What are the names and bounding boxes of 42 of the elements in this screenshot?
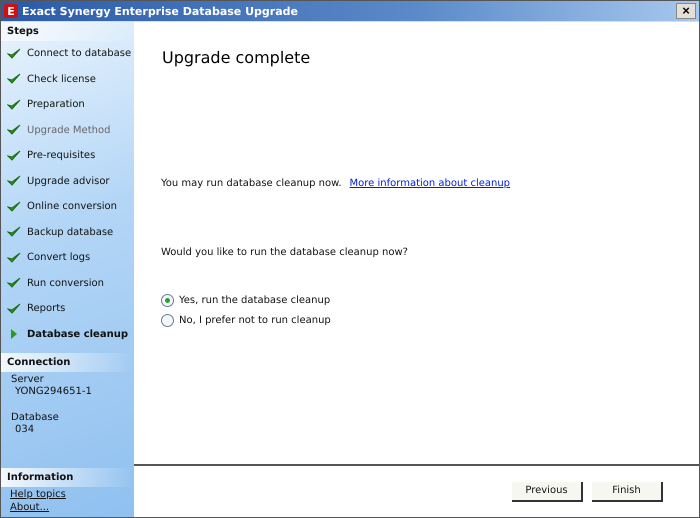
step-label: Connect to database [27, 48, 132, 60]
radio-option[interactable]: Yes, run the database cleanup [161, 294, 330, 307]
checkmark-icon [7, 226, 21, 238]
step-label: Preparation [27, 99, 85, 110]
footer-button[interactable]: Previous [512, 482, 583, 502]
checkmark-icon [7, 200, 21, 213]
step-label: Pre-requisites [27, 150, 96, 162]
footer-button[interactable]: Finish [592, 482, 663, 502]
window-title: Exact Synergy Enterprise Database Upgrade [22, 4, 299, 18]
checkmark-icon [7, 150, 21, 162]
close-button[interactable]: × [676, 3, 696, 19]
checkmark-icon [7, 252, 21, 264]
page-heading: Upgrade complete [162, 48, 312, 67]
question-text: Would you like to run the database cleanup now? [161, 247, 409, 258]
sidebar-link[interactable]: Help topics [10, 489, 66, 500]
step-label: Run conversion [27, 278, 104, 289]
database-value: 034 [14, 424, 36, 436]
app-logo: E [4, 4, 18, 18]
step-label: Upgrade Method [27, 124, 110, 136]
step-label: Check license [27, 74, 96, 85]
step-label: Reports [27, 303, 66, 314]
sidebar-link[interactable]: About... [10, 502, 50, 513]
step-label: Online conversion [27, 201, 118, 212]
info-link[interactable]: More information about cleanup [350, 178, 510, 189]
radio-option[interactable]: No, I prefer not to run cleanup [161, 314, 331, 327]
info-text: You may run database cleanup now. [161, 178, 342, 189]
checkmark-icon [7, 277, 21, 290]
radio-button[interactable] [161, 294, 174, 307]
database-label: Database [11, 412, 60, 424]
step-label: Database cleanup [27, 328, 128, 340]
checkmark-icon [7, 302, 21, 315]
step-label: Upgrade advisor [27, 176, 110, 187]
checkmark-icon [7, 73, 21, 86]
server-label: Server [11, 374, 45, 386]
checkmark-icon [7, 124, 21, 136]
step-label: Convert logs [27, 252, 90, 264]
step-label: Backup database [27, 226, 114, 238]
checkmark-icon [7, 175, 21, 188]
server-value: YONG294651-1 [14, 386, 93, 398]
checkmark-icon [7, 48, 21, 60]
radio-button[interactable] [161, 314, 174, 327]
checkmark-icon [7, 98, 21, 111]
